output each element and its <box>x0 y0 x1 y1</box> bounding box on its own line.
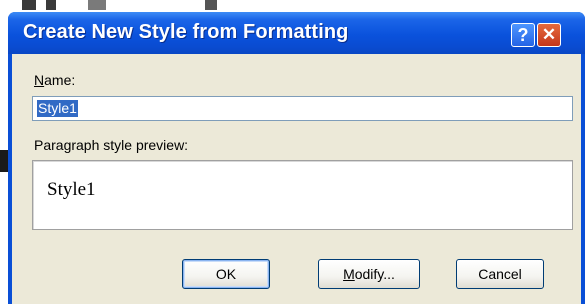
help-button[interactable]: ? <box>511 23 535 47</box>
cancel-button-label: Cancel <box>478 266 522 282</box>
ok-button[interactable]: OK <box>182 259 270 289</box>
background-document-strip <box>0 0 585 12</box>
background-glyph <box>46 0 56 10</box>
create-style-dialog: Create New Style from Formatting ? ✕ Nam… <box>8 12 585 304</box>
name-label-accelerator: N <box>34 72 45 88</box>
close-button[interactable]: ✕ <box>537 23 561 47</box>
background-glyph <box>22 0 36 10</box>
dialog-body: Name: Style1 Paragraph style preview: St… <box>12 54 581 304</box>
cancel-button[interactable]: Cancel <box>456 259 544 289</box>
paragraph-style-preview: Style1 <box>32 160 573 230</box>
name-input[interactable]: Style1 <box>32 96 573 121</box>
modify-button[interactable]: Modify... <box>318 259 420 289</box>
dialog-titlebar[interactable]: Create New Style from Formatting ? ✕ <box>8 12 585 54</box>
close-icon: ✕ <box>541 25 557 44</box>
preview-text: Style1 <box>47 179 96 200</box>
modify-accelerator: M <box>343 266 355 282</box>
background-glyph <box>88 0 106 10</box>
modify-label-text: odify... <box>354 266 395 282</box>
ok-button-label: OK <box>215 266 237 282</box>
help-icon: ? <box>517 24 529 45</box>
modify-button-label: Modify... <box>343 266 395 282</box>
name-input-value: Style1 <box>37 100 78 117</box>
preview-label: Paragraph style preview: <box>34 137 189 153</box>
name-label: Name: <box>34 72 75 88</box>
dialog-title: Create New Style from Formatting <box>23 21 349 43</box>
background-glyph <box>205 0 217 10</box>
name-label-text: ame: <box>44 72 76 88</box>
